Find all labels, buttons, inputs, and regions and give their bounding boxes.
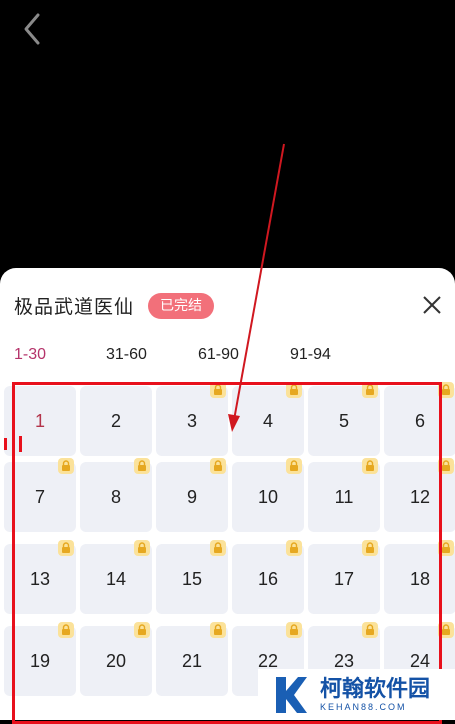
- watermark-site: KEHAN88.COM: [320, 701, 407, 712]
- annotation-arrow: [228, 143, 285, 432]
- watermark-name: 柯翰软件园: [320, 676, 431, 702]
- site-logo: [276, 676, 307, 713]
- site-watermark: 柯翰软件园 KEHAN88.COM: [258, 669, 455, 720]
